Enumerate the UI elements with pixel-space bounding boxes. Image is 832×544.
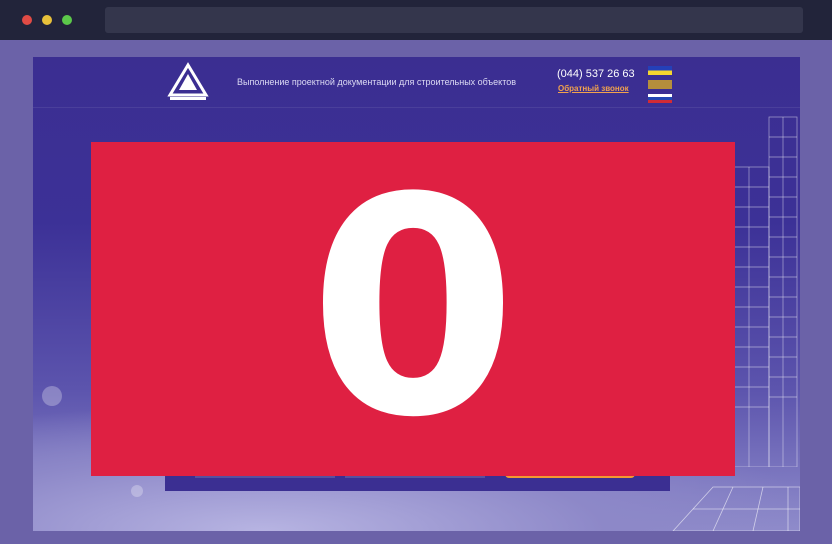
browser-chrome bbox=[0, 0, 832, 40]
minimize-window-button[interactable] bbox=[42, 15, 52, 25]
number-overlay: 0 bbox=[91, 142, 735, 476]
decorative-circle bbox=[131, 485, 143, 497]
company-logo-icon[interactable] bbox=[166, 62, 210, 102]
overlay-number: 0 bbox=[308, 134, 518, 483]
flag-1-icon[interactable] bbox=[648, 66, 672, 75]
site-header: Выполнение проектной документации для ст… bbox=[33, 57, 800, 108]
callback-link[interactable]: Обратный звонок bbox=[558, 84, 629, 93]
maximize-window-button[interactable] bbox=[62, 15, 72, 25]
close-window-button[interactable] bbox=[22, 15, 32, 25]
flag-ru-icon[interactable] bbox=[648, 94, 672, 103]
address-bar[interactable] bbox=[105, 7, 803, 33]
phone-number[interactable]: (044) 537 26 63 bbox=[557, 68, 635, 80]
flag-2-icon[interactable] bbox=[648, 80, 672, 89]
site-tagline: Выполнение проектной документации для ст… bbox=[237, 77, 517, 87]
decorative-circle bbox=[42, 386, 62, 406]
